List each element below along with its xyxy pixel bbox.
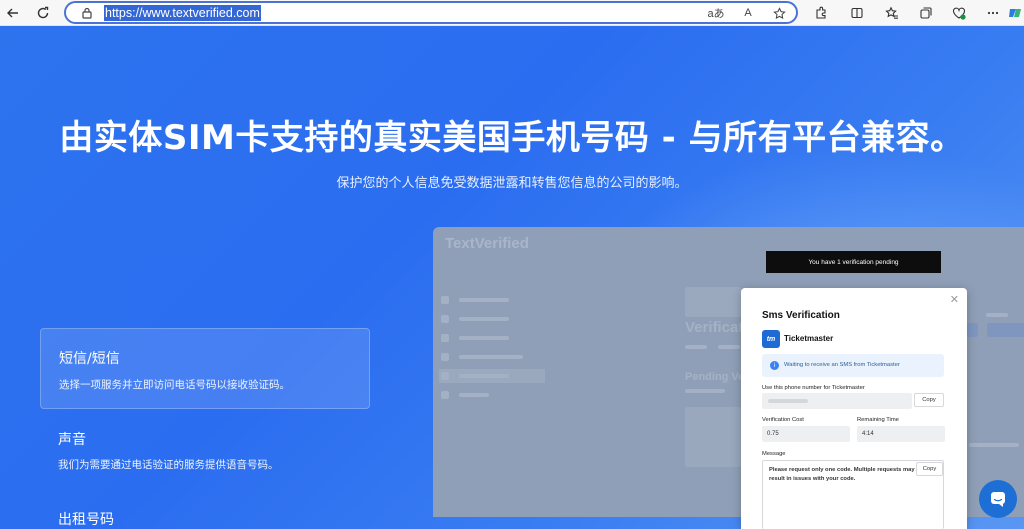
chat-icon — [991, 492, 1005, 507]
back-icon[interactable] — [2, 2, 24, 24]
waiting-text: Waiting to receive an SMS from Ticketmas… — [784, 362, 900, 368]
preview-table — [685, 407, 741, 467]
refresh-icon[interactable] — [32, 2, 54, 24]
preview-nav-item — [439, 331, 543, 345]
copilot-icon[interactable] — [1008, 2, 1024, 24]
feature-sms[interactable]: 短信/短信 选择一项服务并立即访问电话号码以接收验证码。 — [40, 328, 370, 409]
preview-tab — [685, 345, 707, 349]
cost-label: Verification Cost — [762, 417, 804, 423]
extensions-icon[interactable] — [810, 2, 832, 24]
feature-voice[interactable]: 声音 我们为需要通过电话验证的服务提供语音号码。 — [40, 410, 370, 490]
message-label: Message — [762, 451, 786, 457]
preview-text-line — [685, 389, 725, 393]
translate-icon[interactable]: aあ — [706, 5, 726, 21]
feature-title: 声音 — [58, 432, 86, 448]
time-label: Remaining Time — [857, 417, 899, 423]
preview-button — [987, 323, 1024, 337]
read-aloud-icon[interactable]: A — [738, 5, 758, 21]
pending-verification-banner: You have 1 verification pending — [766, 251, 941, 273]
feature-desc: 我们为需要通过电话验证的服务提供语音号码。 — [58, 459, 279, 471]
service-name: Ticketmaster — [784, 334, 834, 343]
chat-widget-button[interactable] — [979, 480, 1017, 518]
url-text[interactable]: https://www.textverified.com — [104, 5, 261, 21]
info-icon: i — [770, 361, 779, 370]
time-field: 4:14 — [857, 426, 945, 442]
favorites-icon[interactable] — [881, 2, 903, 24]
time-value: 4:14 — [862, 431, 874, 437]
collections-icon[interactable] — [915, 2, 937, 24]
service-logo: tm — [762, 330, 780, 348]
copy-phone-button[interactable]: Copy — [914, 393, 944, 407]
split-screen-icon[interactable] — [846, 2, 868, 24]
feature-title: 短信/短信 — [59, 351, 120, 367]
browser-toolbar: https://www.textverified.com aあ A — [0, 0, 1024, 26]
modal-title: Sms Verification — [762, 310, 840, 321]
feature-title: 出租号码 — [58, 512, 114, 528]
preview-tab — [718, 345, 740, 349]
sms-verification-modal: ✕ Sms Verification tm Ticketmaster i Wai… — [741, 288, 967, 529]
lock-icon[interactable] — [80, 6, 94, 20]
feature-desc: 选择一项服务并立即访问电话号码以接收验证码。 — [59, 379, 290, 391]
phone-label: Use this phone number for Ticketmaster — [762, 385, 865, 391]
preview-nav-item — [439, 293, 543, 307]
hero-subheadline: 保护您的个人信息免受数据泄露和转售您信息的公司的影响。 — [336, 176, 688, 191]
cost-field: 0.75 — [762, 426, 850, 442]
phone-number-field — [762, 393, 912, 409]
preview-nav-item-active — [439, 369, 545, 383]
preview-text-line — [986, 313, 1008, 317]
cost-value: 0.75 — [767, 431, 779, 437]
copy-message-button[interactable]: Copy — [916, 462, 943, 476]
preview-text-line — [969, 443, 1019, 447]
waiting-info-box: i Waiting to receive an SMS from Ticketm… — [762, 354, 944, 377]
address-bar[interactable]: https://www.textverified.com aあ A — [64, 1, 798, 24]
browser-essentials-icon[interactable] — [948, 2, 970, 24]
preview-nav-item — [439, 312, 543, 326]
hero-headline: 由实体SIM卡支持的真实美国手机号码 - 与所有平台兼容。 — [59, 118, 965, 158]
favorite-star-icon[interactable] — [769, 5, 789, 21]
preview-page-title: Verificati — [685, 319, 748, 336]
preview-nav-item — [439, 350, 543, 364]
preview-nav-item — [439, 388, 543, 402]
message-text: Please request only one code. Multiple r… — [769, 467, 915, 482]
preview-logo: TextVerified — [445, 235, 529, 252]
preview-notice — [685, 287, 741, 317]
more-menu-icon[interactable] — [982, 2, 1004, 24]
close-icon[interactable]: ✕ — [950, 293, 959, 306]
feature-rental[interactable]: 出租号码 — [40, 490, 370, 529]
